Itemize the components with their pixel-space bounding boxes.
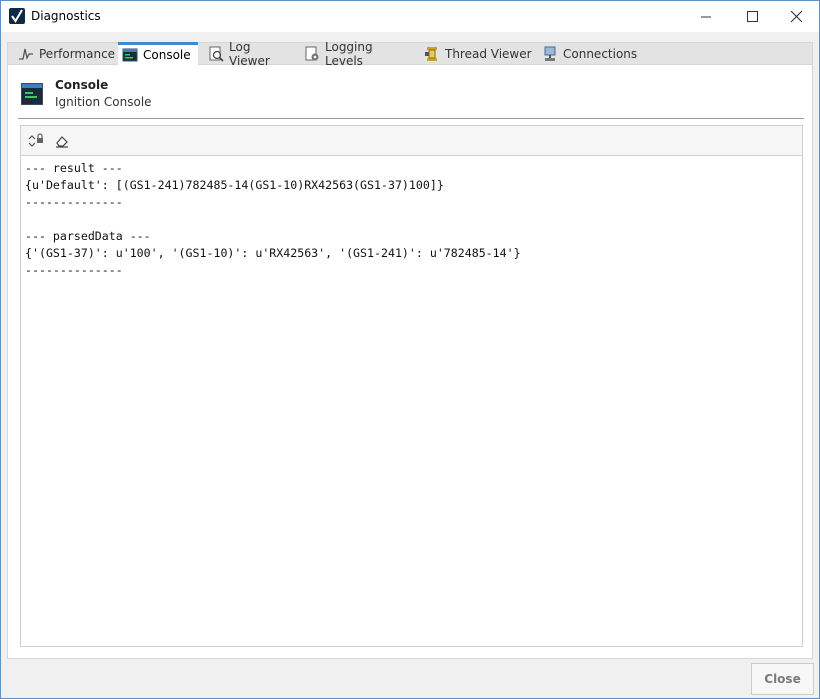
tab-label: Log Viewer [229, 40, 270, 68]
close-window-button[interactable] [773, 1, 819, 32]
close-button[interactable]: Close [751, 663, 814, 695]
scroll-lock-icon [27, 133, 45, 153]
header-divider [18, 118, 804, 119]
performance-icon [18, 46, 34, 62]
tab-thread-viewer[interactable]: Thread Viewer [420, 43, 534, 65]
maximize-button[interactable] [729, 1, 775, 32]
tab-console[interactable]: Console [118, 42, 198, 65]
console-line: --- result --- [25, 161, 123, 175]
minimize-button[interactable] [683, 1, 729, 32]
tab-strip: Performance Console Log Viewer Logging L… [7, 40, 813, 68]
tab-log-viewer[interactable]: Log Viewer [204, 40, 294, 68]
tab-label: Thread Viewer [445, 47, 532, 61]
console-line: {u'Default': [(GS1-241)782485-14(GS1-10)… [25, 178, 444, 192]
clear-console-button[interactable] [53, 132, 71, 150]
console-line: {'(GS1-37)': u'100', '(GS1-10)': u'RX425… [25, 246, 521, 260]
log-viewer-icon [208, 46, 224, 62]
tab-connections[interactable]: Connections [538, 43, 642, 65]
eraser-icon [53, 136, 71, 153]
console-panel: Console Ignition Console --- result --- … [7, 65, 813, 659]
tab-label: Logging Levels [325, 40, 373, 68]
tab-label: Performance [39, 47, 116, 61]
tab-logging-levels[interactable]: Logging Levels [300, 40, 414, 68]
console-line: -------------- [25, 195, 123, 209]
page-subtitle: Ignition Console [55, 95, 152, 109]
thread-viewer-icon [424, 46, 440, 62]
app-checkmark-icon [9, 8, 25, 24]
console-header-icon [21, 83, 43, 105]
connections-icon [542, 46, 558, 62]
logging-levels-icon [304, 46, 320, 62]
console-toolbar [20, 125, 803, 156]
title-bar[interactable]: Diagnostics [1, 1, 819, 32]
console-line: --- parsedData --- [25, 229, 151, 243]
window-title: Diagnostics [31, 9, 101, 23]
tab-performance[interactable]: Performance [14, 43, 122, 65]
diagnostics-window: Diagnostics Performance Console Log View… [0, 0, 820, 699]
tab-label: Connections [563, 47, 638, 61]
tab-label: Console [143, 48, 191, 62]
console-icon [122, 47, 138, 63]
scroll-lock-button[interactable] [27, 132, 45, 150]
console-output[interactable]: --- result --- {u'Default': [(GS1-241)78… [20, 156, 803, 647]
console-line: -------------- [25, 263, 123, 277]
page-title: Console [55, 78, 109, 92]
